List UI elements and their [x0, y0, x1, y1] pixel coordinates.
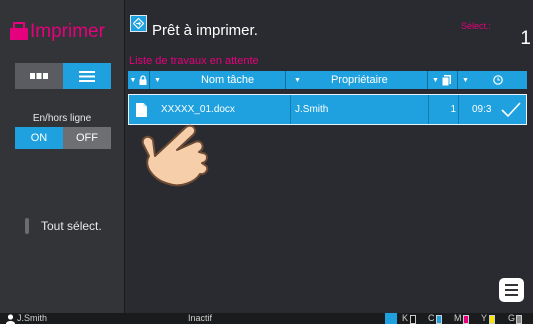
copies-icon — [441, 74, 451, 86]
owner-column-label: Propriétaire — [330, 74, 388, 86]
app-title-text: Imprimer — [30, 21, 105, 42]
sort-arrow-icon: ▼ — [154, 76, 161, 84]
sort-arrow-icon: ▼ — [294, 76, 301, 84]
menu-button[interactable] — [499, 278, 524, 302]
sort-arrow-icon: ▼ — [462, 76, 469, 84]
current-user: J.Smith — [17, 313, 48, 323]
name-column-header[interactable]: ▼ Nom tâche — [150, 71, 286, 89]
online-on-button[interactable]: ON — [15, 127, 63, 149]
online-label: En/hors ligne — [32, 113, 92, 124]
toner-m-label: M — [454, 313, 462, 323]
list-view-button[interactable] — [63, 63, 111, 89]
status-message: Prêt à imprimer. — [152, 22, 258, 39]
owner-column-header[interactable]: ▼ Propriétaire — [290, 71, 428, 89]
tap-hand-icon — [141, 124, 209, 187]
job-list-title: Liste de travaux en attente — [129, 55, 259, 67]
job-copies: 1 — [450, 104, 456, 115]
clock-icon — [493, 75, 503, 85]
name-column-label: Nom tâche — [200, 74, 255, 86]
menu-icon-bar — [505, 284, 518, 286]
sort-arrow-icon: ▼ — [432, 76, 439, 84]
toner-g-level — [516, 315, 522, 324]
printer-icon — [10, 22, 28, 40]
ready-status-icon — [130, 15, 147, 32]
menu-icon-bar — [505, 289, 518, 291]
toner-y-label: Y — [481, 313, 488, 323]
select-all-button[interactable]: Tout sélect. — [11, 212, 121, 240]
view-mode-toggle — [15, 63, 111, 89]
job-owner: J.Smith — [295, 104, 329, 115]
online-off-button[interactable]: OFF — [63, 127, 111, 149]
toner-k-level — [410, 315, 416, 324]
status-header: Prêt à imprimer. Sélect.: 1 — [125, 0, 533, 50]
toner-g-label: G — [508, 313, 516, 323]
toner-y-level — [489, 315, 495, 324]
online-switch: ON OFF — [15, 127, 111, 149]
select-all-indicator — [25, 218, 29, 234]
toner-c-label: C — [428, 313, 435, 323]
left-panel: Imprimer En/hors ligne ON OFF Tout sélec… — [0, 0, 125, 313]
toner-k-label: K — [402, 313, 409, 323]
toner-m-level — [463, 315, 469, 324]
copies-column-header[interactable]: ▼ — [428, 71, 458, 89]
time-column-header[interactable]: ▼ — [458, 71, 527, 89]
toner-c-level — [436, 315, 442, 324]
selected-count: 1 — [520, 28, 531, 49]
menu-icon-bar — [505, 294, 518, 296]
diamond-arrow-icon — [133, 18, 144, 29]
app-title: Imprimer — [10, 18, 105, 46]
lock-column-header[interactable]: ▼ — [128, 71, 150, 89]
lock-icon — [139, 75, 147, 85]
selected-count-label: Sélect.: — [461, 21, 492, 31]
list-view-icon — [79, 70, 95, 82]
grid-view-button[interactable] — [15, 63, 63, 89]
select-all-label: Tout sélect. — [41, 219, 102, 233]
status-footer: J.Smith Inactif K C M Y G — [0, 313, 533, 324]
job-time: 09:3 — [472, 104, 492, 115]
job-list-header: ▼ ▼ Nom tâche ▼ Propriétaire ▼ ▼ — [128, 71, 527, 89]
grid-view-icon — [30, 73, 48, 79]
connection-icon — [385, 313, 397, 324]
checkmark-icon — [501, 95, 521, 124]
user-icon — [6, 314, 15, 324]
device-state: Inactif — [188, 313, 213, 323]
printer-screen: Imprimer En/hors ligne ON OFF Tout sélec… — [0, 0, 533, 324]
sort-arrow-icon: ▼ — [129, 76, 137, 84]
